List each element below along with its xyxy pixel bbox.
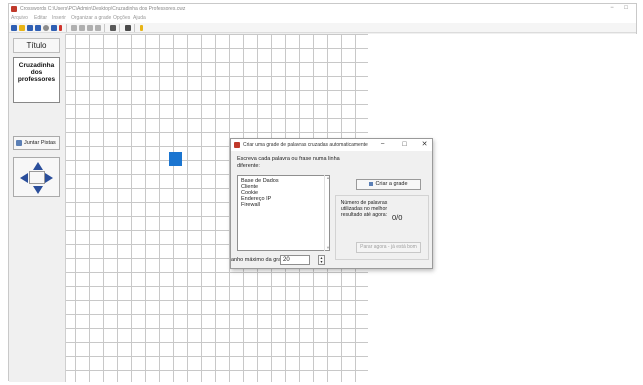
create-grid-label: Criar a grade <box>375 181 408 187</box>
dialog-title: Criar uma grade de palavras cruzadas aut… <box>243 142 368 148</box>
stats-label: Número de palavras utilizadas no melhor … <box>340 200 388 219</box>
magnifier-icon <box>16 140 22 146</box>
selected-cell[interactable] <box>169 152 182 166</box>
max-size-input[interactable]: 20 <box>280 255 310 265</box>
save-as-icon[interactable] <box>35 25 41 31</box>
magic-wand-icon <box>369 181 374 186</box>
app-icon <box>11 6 17 12</box>
spinner-down-icon[interactable]: ▼ <box>319 260 324 264</box>
menu-opcoes[interactable]: Opções <box>113 15 130 21</box>
stats-value: 0/0 <box>392 213 403 222</box>
toolbar-separator <box>104 24 105 32</box>
grid-icon[interactable] <box>110 25 116 31</box>
title-button[interactable]: Título <box>13 38 60 53</box>
stop-button[interactable]: Parar agora - já está bom <box>356 242 421 253</box>
navigation-arrows <box>13 157 60 197</box>
dialog-title-bar: Criar uma grade de palavras cruzadas aut… <box>231 139 432 151</box>
paste-icon[interactable] <box>95 25 101 31</box>
menu-ajuda[interactable]: Ajuda <box>133 15 146 21</box>
arrow-left-icon[interactable] <box>20 173 28 183</box>
join-hints-button[interactable]: Juntar Pistas <box>13 136 60 150</box>
scroll-up-icon[interactable]: ▲ <box>326 176 330 180</box>
words-scrollbar[interactable]: ▲ ▼ <box>324 175 330 251</box>
help-icon[interactable] <box>140 25 143 31</box>
puzzle-title-line: Cruzadinha <box>18 62 55 69</box>
tag-icon[interactable] <box>43 25 49 31</box>
dialog-close-button[interactable]: ✕ <box>420 141 429 149</box>
puzzle-title-line: dos <box>30 69 43 76</box>
minimize-button[interactable]: − <box>607 5 617 12</box>
arrow-down-icon[interactable] <box>33 186 43 194</box>
print-icon[interactable] <box>125 25 131 31</box>
create-grid-button[interactable]: Criar a grade <box>356 179 421 190</box>
size-spinner[interactable]: ▲ ▼ <box>318 255 325 265</box>
toolbar <box>9 23 636 33</box>
stats-box: Número de palavras utilizadas no melhor … <box>335 195 429 260</box>
left-panel: Título Cruzadinha dos professores Juntar… <box>9 34 66 382</box>
scroll-down-icon[interactable]: ▼ <box>326 246 330 250</box>
menu-arquivo[interactable]: Arquivo <box>11 15 28 21</box>
maximize-button[interactable]: □ <box>621 5 631 12</box>
nav-center-frame <box>29 171 45 184</box>
toolbar-separator <box>134 24 135 32</box>
toolbar-separator <box>119 24 120 32</box>
puzzle-title-line: professores <box>17 76 56 83</box>
words-textarea[interactable]: Base de Dados Cliente Cookie Endereço IP… <box>237 175 330 251</box>
new-icon[interactable] <box>11 25 17 31</box>
toolbar-separator <box>66 24 67 32</box>
insert-icon[interactable] <box>51 25 57 31</box>
menu-bar: Arquivo Editar Inserir Organizar a grade… <box>9 14 636 23</box>
copy-icon[interactable] <box>87 25 93 31</box>
save-icon[interactable] <box>27 25 33 31</box>
dialog-maximize-button[interactable]: □ <box>400 141 409 149</box>
title-bar: Crosswords C:\Users\PC\Admin\Desktop\Cru… <box>9 4 636 14</box>
dialog-app-icon <box>234 142 240 148</box>
menu-organizar[interactable]: Organizar a grade <box>71 15 111 21</box>
dialog-instructions: Escreva cada palavra ou frase numa linha… <box>237 156 340 169</box>
join-hints-label: Juntar Pistas <box>24 140 56 146</box>
arrow-up-icon[interactable] <box>33 162 43 170</box>
dialog-minimize-button[interactable]: − <box>378 141 387 149</box>
menu-editar[interactable]: Editar <box>34 15 47 21</box>
cut-icon[interactable] <box>79 25 85 31</box>
open-icon[interactable] <box>19 25 25 31</box>
create-grid-dialog: Criar uma grade de palavras cruzadas aut… <box>230 138 433 269</box>
undo-icon[interactable] <box>71 25 77 31</box>
menu-inserir[interactable]: Inserir <box>52 15 66 21</box>
window-title: Crosswords C:\Users\PC\Admin\Desktop\Cru… <box>20 6 186 12</box>
arrow-right-icon[interactable] <box>45 173 53 183</box>
puzzle-title-box[interactable]: Cruzadinha dos professores <box>13 57 60 103</box>
pin-icon[interactable] <box>59 25 62 31</box>
